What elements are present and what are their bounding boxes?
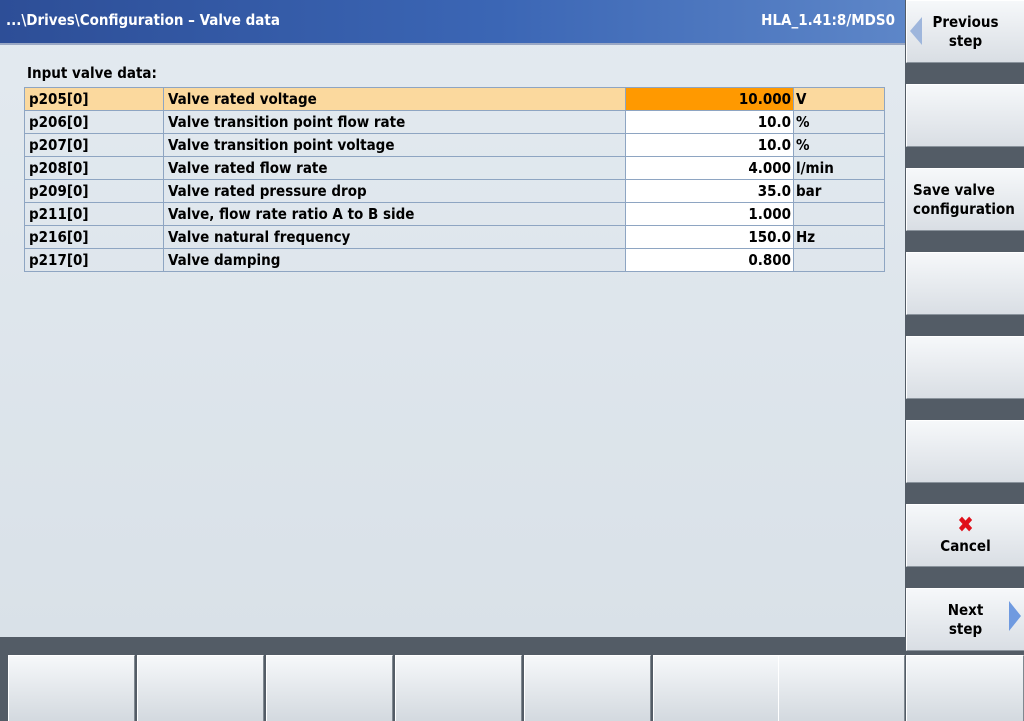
param-description: Valve rated flow rate	[163, 156, 626, 180]
table-row[interactable]: p208[0] Valve rated flow rate 4.000 l/mi…	[24, 156, 885, 180]
hsk-3[interactable]	[266, 655, 393, 721]
param-id: p211[0]	[24, 202, 164, 226]
param-value-field[interactable]: 35.0	[625, 179, 794, 203]
param-unit: V	[793, 87, 885, 111]
param-description: Valve rated voltage	[163, 87, 626, 111]
param-value-field[interactable]: 1.000	[625, 202, 794, 226]
hsk-7[interactable]	[778, 655, 905, 721]
param-unit	[793, 248, 885, 272]
param-unit: Hz	[793, 225, 885, 249]
close-icon: ✖	[957, 512, 974, 538]
param-description: Valve damping	[163, 248, 626, 272]
main-panel: ...\Drives\Configuration – Valve data HL…	[0, 0, 905, 637]
next-step-button[interactable]: Next step	[906, 588, 1024, 651]
title-bar: ...\Drives\Configuration – Valve data HL…	[0, 0, 905, 45]
table-row[interactable]: p216[0] Valve natural frequency 150.0 Hz	[24, 225, 885, 249]
param-unit: bar	[793, 179, 885, 203]
softkey-4[interactable]	[906, 252, 1024, 315]
param-description: Valve rated pressure drop	[163, 179, 626, 203]
table-row[interactable]: p207[0] Valve transition point voltage 1…	[24, 133, 885, 157]
hsk-4[interactable]	[395, 655, 522, 721]
table-row[interactable]: p217[0] Valve damping 0.800	[24, 248, 885, 272]
save-valve-configuration-button[interactable]: Save valve configuration	[906, 168, 1024, 231]
param-unit: %	[793, 110, 885, 134]
param-description: Valve, flow rate ratio A to B side	[163, 202, 626, 226]
softkey-5[interactable]	[906, 336, 1024, 399]
section-label: Input valve data:	[27, 64, 157, 82]
param-value-field[interactable]: 10.0	[625, 133, 794, 157]
param-value-field[interactable]: 4.000	[625, 156, 794, 180]
param-value-field[interactable]: 0.800	[625, 248, 794, 272]
softkey-label: Previous step	[932, 12, 999, 50]
softkey-label: Cancel	[940, 536, 991, 555]
channel-id: HLA_1.41:8/MDS0	[761, 11, 895, 29]
previous-step-button[interactable]: Previous step	[906, 0, 1024, 63]
table-row[interactable]: p211[0] Valve, flow rate ratio A to B si…	[24, 202, 885, 226]
bottom-strip	[0, 637, 905, 654]
param-value-field[interactable]: 150.0	[625, 225, 794, 249]
param-value-field[interactable]: 10.000	[625, 87, 794, 111]
param-unit	[793, 202, 885, 226]
param-id: p206[0]	[24, 110, 164, 134]
param-unit: l/min	[793, 156, 885, 180]
softkey-label: Save valve configuration	[913, 180, 1015, 218]
param-description: Valve natural frequency	[163, 225, 626, 249]
hsk-6[interactable]	[653, 655, 780, 721]
softkey-6[interactable]	[906, 420, 1024, 483]
param-id: p205[0]	[24, 87, 164, 111]
param-id: p217[0]	[24, 248, 164, 272]
table-row[interactable]: p206[0] Valve transition point flow rate…	[24, 110, 885, 134]
arrow-left-icon	[910, 17, 922, 45]
hsk-8[interactable]	[906, 655, 1024, 721]
softkey-label: Next step	[947, 600, 984, 638]
hsk-2[interactable]	[137, 655, 264, 721]
hsk-5[interactable]	[524, 655, 651, 721]
param-id: p208[0]	[24, 156, 164, 180]
softkey-2[interactable]	[906, 84, 1024, 147]
valve-params-table: p205[0] Valve rated voltage 10.000 V p20…	[24, 87, 885, 272]
param-id: p216[0]	[24, 225, 164, 249]
param-description: Valve transition point voltage	[163, 133, 626, 157]
table-row[interactable]: p205[0] Valve rated voltage 10.000 V	[24, 87, 885, 111]
param-unit: %	[793, 133, 885, 157]
arrow-right-icon	[1009, 601, 1021, 631]
hsk-1[interactable]	[8, 655, 135, 721]
cancel-button[interactable]: ✖ Cancel	[906, 504, 1024, 567]
param-value-field[interactable]: 10.0	[625, 110, 794, 134]
table-row[interactable]: p209[0] Valve rated pressure drop 35.0 b…	[24, 179, 885, 203]
param-id: p207[0]	[24, 133, 164, 157]
param-id: p209[0]	[24, 179, 164, 203]
breadcrumb: ...\Drives\Configuration – Valve data	[6, 11, 280, 29]
param-description: Valve transition point flow rate	[163, 110, 626, 134]
